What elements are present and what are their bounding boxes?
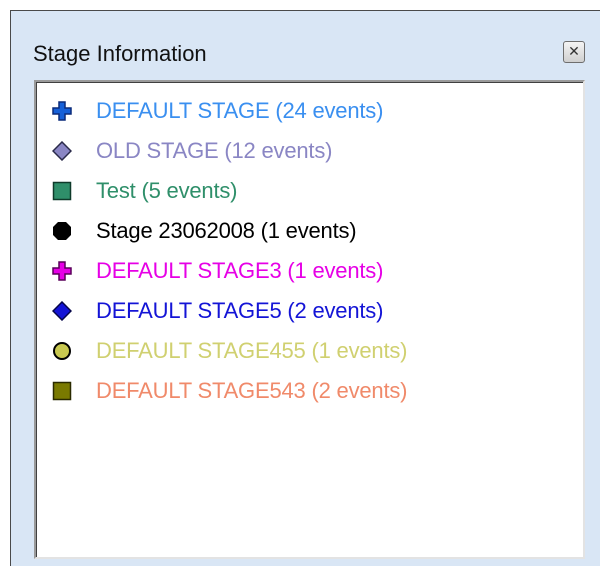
list-item[interactable]: DEFAULT STAGE543 (2 events) [52, 374, 407, 408]
blue-diamond-icon [52, 301, 72, 321]
black-octagon-icon [53, 222, 71, 240]
list-item[interactable]: DEFAULT STAGE5 (2 events) [52, 294, 383, 328]
stage-label: Test (5 events) [96, 178, 238, 203]
list-item[interactable]: Stage 23062008 (1 events) [52, 214, 357, 248]
olive-square-icon [52, 381, 72, 401]
stage-label: OLD STAGE (12 events) [96, 138, 333, 163]
stage-label: DEFAULT STAGE (24 events) [96, 98, 384, 123]
lavender-diamond-icon [52, 141, 72, 161]
list-item[interactable]: DEFAULT STAGE3 (1 events) [52, 254, 383, 288]
stage-label: DEFAULT STAGE455 (1 events) [96, 338, 408, 363]
close-icon: ✕ [568, 44, 580, 60]
stage-label: DEFAULT STAGE3 (1 events) [96, 258, 384, 283]
list-item[interactable]: Test (5 events) [52, 174, 237, 208]
list-item[interactable]: OLD STAGE (12 events) [52, 134, 332, 168]
blue-plus-icon [52, 101, 72, 121]
stage-information-panel: Stage Information ✕ DEFAULT STAGE (24 ev… [10, 10, 600, 566]
yellow-circle-icon [53, 342, 71, 360]
magenta-plus-icon [52, 261, 72, 281]
stage-label: Stage 23062008 (1 events) [96, 218, 357, 243]
panel-title: Stage Information [33, 41, 207, 66]
green-square-icon [52, 181, 72, 201]
list-item[interactable]: DEFAULT STAGE (24 events) [52, 94, 383, 128]
list-item[interactable]: DEFAULT STAGE455 (1 events) [52, 334, 407, 368]
stage-label: DEFAULT STAGE5 (2 events) [96, 298, 384, 323]
stage-label: DEFAULT STAGE543 (2 events) [96, 378, 408, 403]
close-button[interactable]: ✕ [563, 41, 585, 63]
stage-list: DEFAULT STAGE (24 events) OLD STAGE (12 … [34, 80, 585, 559]
panel-titlebar: Stage Information ✕ [11, 11, 600, 81]
